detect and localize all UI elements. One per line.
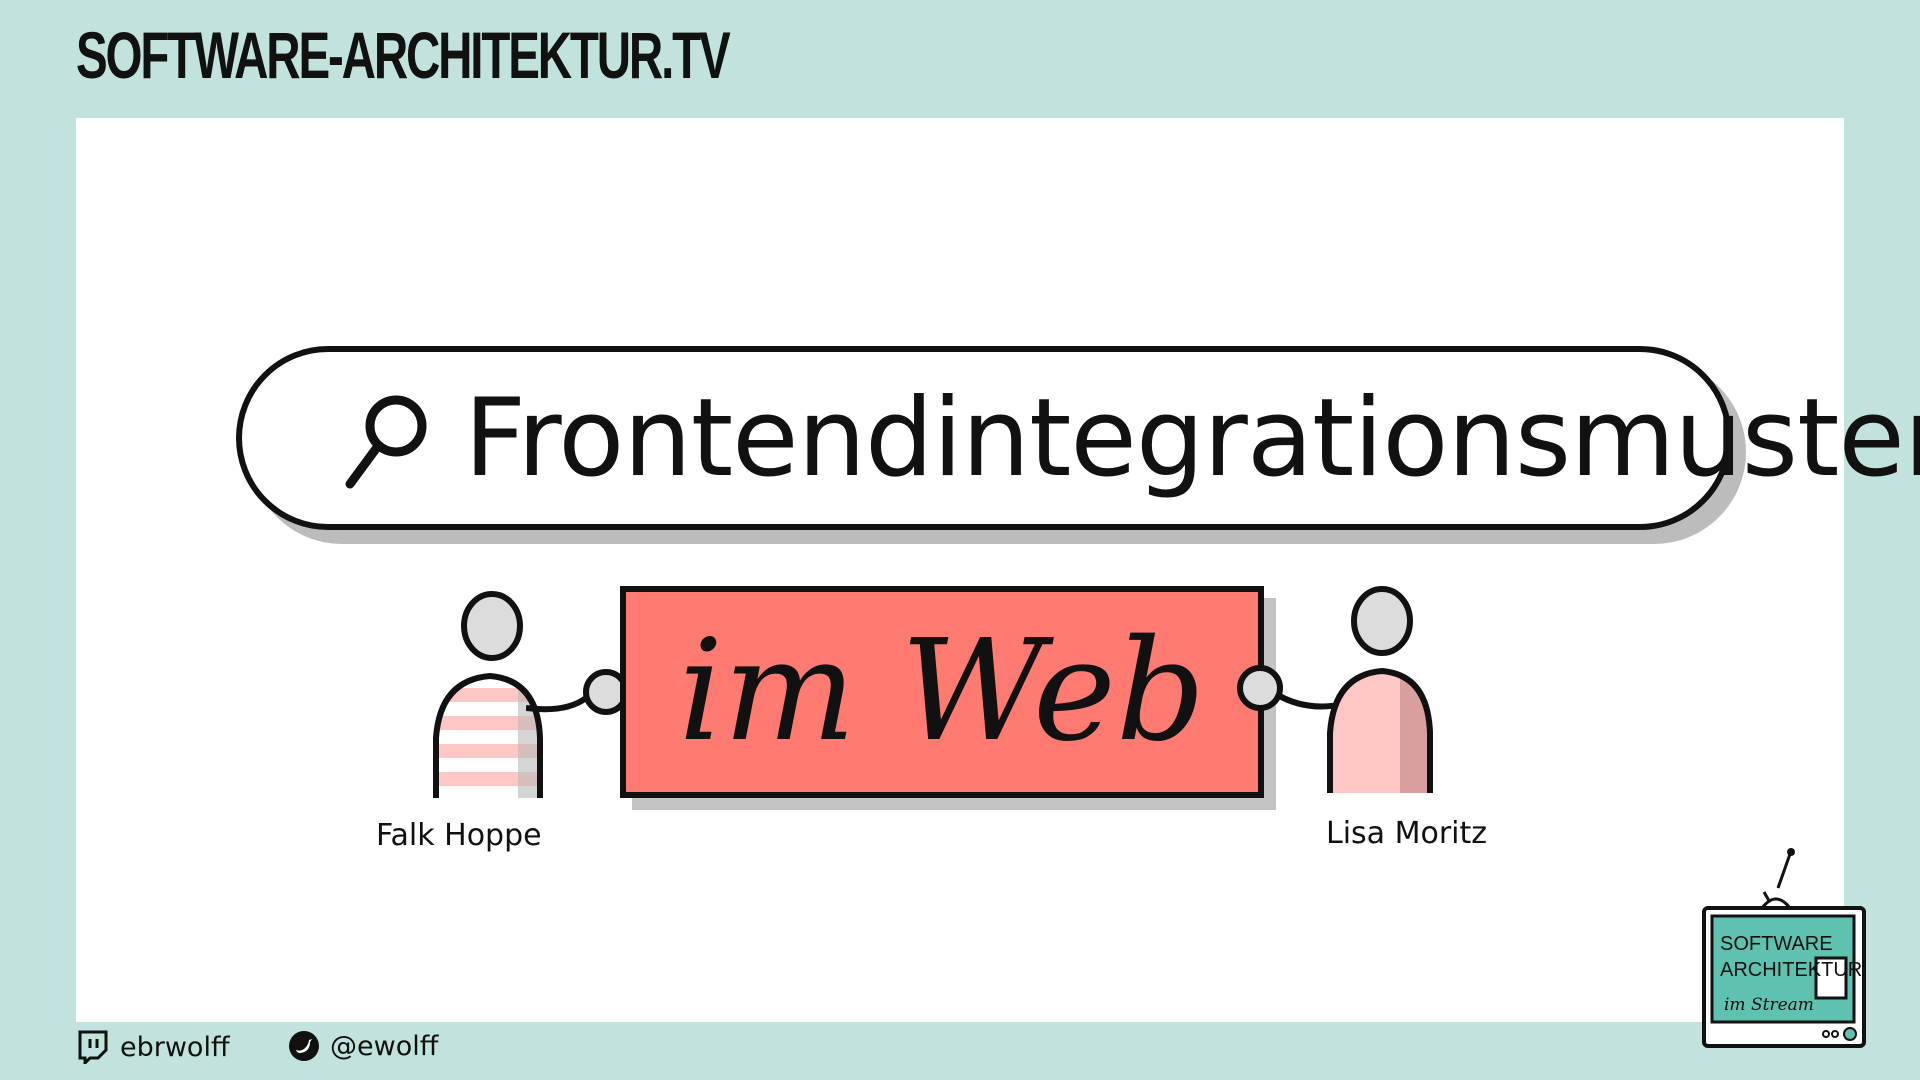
search-bar: Frontendintegrationsmuster (236, 346, 1920, 530)
twitch-icon (78, 1030, 108, 1064)
tv-logo-line2: ARCHITEKTUR (1720, 959, 1862, 981)
site-title: SOFTWARE-ARCHITEKTUR.TV (76, 18, 731, 92)
search-query-text: Frontendintegrationsmuster (464, 376, 1920, 501)
twitch-handle: ebrwolff (120, 1031, 230, 1063)
twitter-handle: @ewolff (330, 1030, 439, 1062)
twitch-link[interactable]: ebrwolff (76, 1030, 230, 1064)
sign-text: im Web (678, 610, 1206, 773)
person-right-name: Lisa Moritz (1326, 816, 1488, 851)
twitter-icon (289, 1031, 319, 1061)
twitter-link[interactable]: @ewolff (288, 1030, 438, 1062)
tv-logo: SOFTWARE ARCHITEKTUR im Stream (1702, 848, 1866, 1048)
title-sign: im Web (620, 586, 1264, 798)
person-right-figure (1327, 586, 1433, 793)
magnifier-icon (345, 395, 427, 489)
tv-logo-line1: SOFTWARE (1720, 933, 1833, 955)
person-left-name: Falk Hoppe (376, 818, 542, 853)
tv-logo-line3: im Stream (1724, 995, 1814, 1015)
slide-canvas: Frontendintegrationsmuster Falk Hoppe im… (76, 118, 1920, 1022)
